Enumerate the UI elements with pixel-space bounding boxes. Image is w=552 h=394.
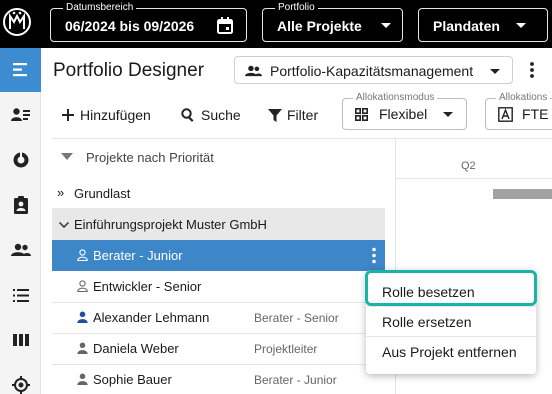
tree-row-name: Daniela Weber (93, 341, 179, 356)
plus-icon (62, 109, 74, 121)
tree-row-person[interactable]: Daniela Weber Projektleiter (52, 333, 385, 364)
tree-row-name: Sophie Bauer (93, 372, 172, 387)
add-button-label: Hinzufügen (80, 107, 151, 123)
people-icon (245, 65, 262, 77)
tree-row-role: Projektleiter (254, 342, 318, 356)
view-select-value: Portfolio-Kapazitätsmanagement (270, 63, 474, 79)
allocation-unit-select[interactable]: Allokations FTE (485, 92, 552, 130)
list-icon (12, 288, 29, 302)
letter-a-icon (498, 107, 513, 122)
donut-chart-icon (13, 152, 28, 168)
tree-row-person[interactable]: Sophie Bauer Berater - Junior (52, 364, 385, 394)
clipboard-person-icon (13, 196, 28, 214)
date-range-value: 06/2024 bis 09/2026 (65, 18, 195, 34)
view-select[interactable]: Portfolio-Kapazitätsmanagement (234, 56, 513, 84)
tree-row-project[interactable]: Einführungsprojekt Muster GmbH (52, 209, 385, 240)
plan-data-select[interactable]: Plandaten (418, 8, 548, 42)
sidebar-item-analytics[interactable] (0, 138, 41, 182)
plan-data-value: Plandaten (433, 18, 500, 34)
tree-group-header[interactable]: Projekte nach Priorität (52, 142, 385, 173)
tree-row-name: Entwickler - Senior (93, 279, 202, 294)
search-button[interactable]: Suche (181, 104, 241, 126)
filter-button-label: Filter (287, 107, 319, 123)
double-chevron-right-icon: » (57, 185, 65, 200)
sidebar-item-assignments[interactable] (0, 183, 41, 227)
sidebar-item-board[interactable] (0, 318, 41, 362)
search-button-label: Suche (201, 107, 241, 123)
chevron-down-icon (59, 222, 69, 228)
tree-row-role[interactable]: Entwickler - Senior (52, 271, 385, 302)
sidebar-item-list[interactable] (0, 273, 41, 317)
chevron-down-icon (490, 69, 500, 74)
tree-row-name: Alexander Lehmann (93, 310, 210, 325)
allocation-unit-value: FTE (522, 106, 549, 122)
tree-row-name: Grundlast (74, 186, 131, 201)
portfolio-label: Portfolio (275, 2, 318, 14)
person-list-icon (10, 108, 30, 121)
people-icon (10, 243, 31, 256)
date-range-field[interactable]: Datumsbereich 06/2024 bis 09/2026 (50, 2, 247, 42)
timeline-quarter-label: Q2 (461, 160, 476, 172)
portfolio-select[interactable]: Portfolio Alle Projekte (262, 2, 403, 42)
filter-button[interactable]: Filter (268, 104, 318, 126)
allocation-mode-label: Allokationsmodus (353, 92, 438, 104)
chevron-down-icon (381, 23, 391, 28)
caret-down-icon (61, 153, 73, 160)
filter-icon (268, 108, 282, 122)
chevron-down-icon (443, 112, 453, 117)
person-outline-icon (77, 280, 88, 292)
more-options-icon[interactable] (370, 246, 378, 266)
columns-icon (12, 334, 29, 346)
timeline-header-divider (396, 178, 552, 179)
sidebar (0, 48, 41, 394)
grid-icon (355, 108, 368, 121)
tree-row-role: Berater - Senior (254, 311, 339, 325)
search-icon (181, 108, 194, 122)
sidebar-item-target[interactable] (0, 363, 41, 394)
add-button[interactable]: Hinzufügen (62, 104, 151, 126)
menu-item-remove-from-project[interactable]: Aus Projekt entfernen (382, 344, 517, 360)
tree-row-name: Berater - Junior (93, 248, 183, 263)
menu-lines-icon (12, 63, 27, 77)
tree-row-grundlast[interactable]: » Grundlast (52, 178, 385, 209)
target-icon (11, 376, 30, 394)
date-range-label: Datumsbereich (63, 2, 137, 14)
sidebar-item-resources[interactable] (0, 93, 41, 137)
allocation-mode-value: Flexibel (379, 106, 428, 122)
menu-item-highlight (365, 270, 537, 306)
tree-row-role: Berater - Junior (254, 373, 337, 387)
more-options-icon[interactable] (526, 60, 538, 80)
top-bar: Datumsbereich 06/2024 bis 09/2026 Portfo… (0, 0, 552, 48)
allocation-mode-select[interactable]: Allokationsmodus Flexibel (342, 92, 467, 130)
page-title: Portfolio Designer (53, 60, 205, 81)
portfolio-value: Alle Projekte (277, 18, 362, 34)
sidebar-item-portfolio-designer[interactable] (0, 48, 41, 92)
tree-row-role-selected[interactable]: Berater - Junior (52, 240, 385, 271)
tree-row-name: Einführungsprojekt Muster GmbH (74, 217, 267, 232)
calendar-icon[interactable] (217, 17, 233, 34)
person-icon (77, 311, 88, 323)
allocation-unit-label: Allokations (496, 92, 551, 104)
tree-header-label: Projekte nach Priorität (86, 150, 214, 165)
tree-row-person[interactable]: Alexander Lehmann Berater - Senior (52, 302, 385, 333)
person-outline-icon (77, 249, 88, 261)
app-logo-icon[interactable] (2, 4, 32, 40)
sidebar-item-teams[interactable] (0, 228, 41, 272)
chevron-down-icon (516, 23, 526, 28)
menu-item-replace-role[interactable]: Rolle ersetzen (382, 314, 472, 330)
grid-divider (52, 138, 552, 139)
person-icon (77, 342, 88, 354)
person-icon (77, 373, 88, 385)
gantt-bar[interactable] (493, 189, 552, 199)
